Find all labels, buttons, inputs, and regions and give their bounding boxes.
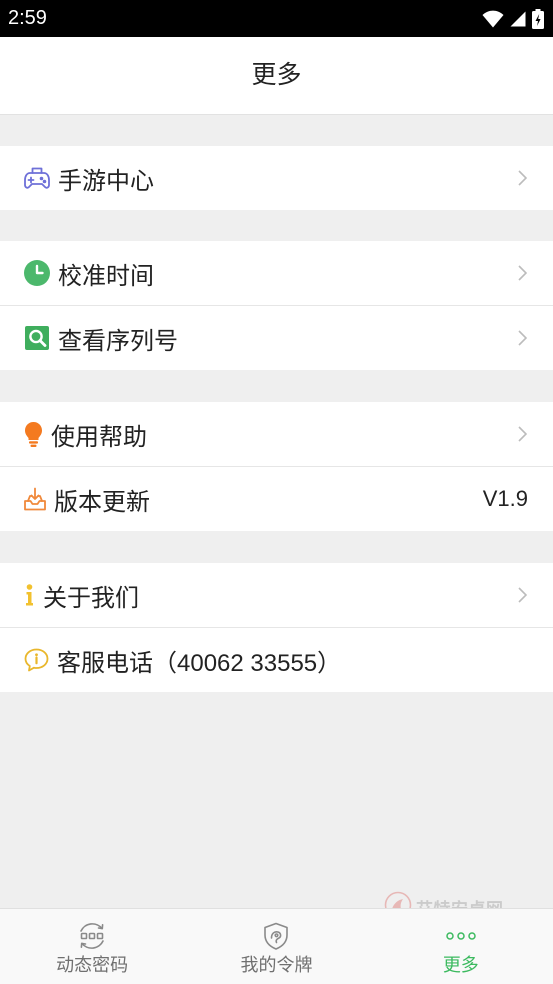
- menu-item-view-serial[interactable]: 查看序列号: [0, 305, 553, 370]
- status-bar: 2:59: [0, 0, 553, 37]
- menu-item-label: 版本更新: [54, 488, 150, 516]
- status-icons: [482, 8, 544, 29]
- tab-label: 动态密码: [56, 955, 129, 975]
- chevron-right-icon: [518, 587, 527, 603]
- menu-item-about-us[interactable]: 关于我们: [0, 563, 553, 627]
- dynamic-password-icon: [0, 921, 184, 951]
- lightbulb-icon: [24, 420, 43, 448]
- menu-item-label: 校准时间: [58, 262, 154, 290]
- tab-label: 更多: [442, 955, 479, 975]
- menu-item-label: 手游中心: [58, 167, 154, 195]
- chevron-right-icon: [518, 265, 527, 281]
- wifi-icon: [482, 10, 504, 28]
- version-value: V1.9: [482, 486, 528, 511]
- tab-my-token[interactable]: 我的令牌: [184, 909, 368, 984]
- menu-group-about: 关于我们 客服电话（40062 33555）: [0, 563, 553, 692]
- menu-item-help[interactable]: 使用帮助: [0, 402, 553, 466]
- battery-charging-icon: [532, 8, 544, 29]
- menu-group-token: 校准时间 查看序列号: [0, 241, 553, 370]
- tab-dynamic-password[interactable]: 动态密码: [0, 909, 184, 984]
- more-dots-icon: [369, 921, 553, 951]
- chevron-right-icon: [518, 330, 527, 346]
- menu-item-label: 使用帮助: [51, 423, 147, 451]
- menu-item-label: 客服电话（40062 33555）: [57, 649, 342, 677]
- gamepad-icon: [24, 164, 50, 192]
- page-title: 更多: [251, 61, 302, 89]
- shield-icon: [184, 921, 368, 951]
- chat-info-icon: [24, 646, 49, 674]
- menu-item-calibrate-time[interactable]: 校准时间: [0, 241, 553, 305]
- menu-item-customer-service-phone[interactable]: 客服电话（40062 33555）: [0, 627, 553, 692]
- menu-item-version-update[interactable]: 版本更新 V1.9: [0, 466, 553, 531]
- tab-label: 我的令牌: [240, 955, 313, 975]
- menu-group-help: 使用帮助 版本更新 V1.9: [0, 402, 553, 531]
- clock-icon: [24, 259, 50, 287]
- header: 更多: [0, 37, 553, 115]
- info-icon: [24, 581, 35, 609]
- menu-item-label: 关于我们: [43, 584, 139, 612]
- chevron-right-icon: [518, 426, 527, 442]
- bottom-tab-bar: 动态密码 我的令牌 更多: [0, 908, 553, 984]
- update-icon: [24, 485, 46, 513]
- search-icon: [24, 324, 50, 352]
- tab-more[interactable]: 更多: [369, 909, 553, 984]
- menu-item-label: 查看序列号: [58, 327, 178, 355]
- menu-item-game-center[interactable]: 手游中心: [0, 146, 553, 210]
- chevron-right-icon: [518, 170, 527, 186]
- menu-group-games: 手游中心: [0, 146, 553, 210]
- status-time: 2:59: [8, 7, 47, 29]
- signal-icon: [510, 11, 526, 27]
